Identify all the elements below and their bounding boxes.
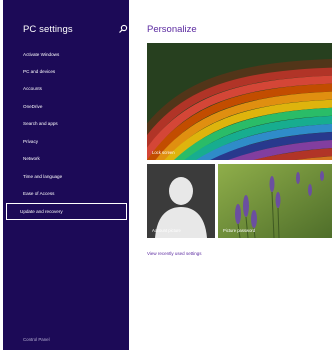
lock-screen-image [147, 43, 332, 160]
sidebar-item-pc-and-devices[interactable]: PC and devices [23, 69, 55, 74]
sidebar-item-search-and-apps[interactable]: Search and apps [23, 121, 58, 126]
recent-settings-link[interactable]: View recently used settings [147, 251, 201, 256]
sidebar-item-label: Update and recovery [20, 209, 63, 214]
sidebar-item-time-and-language[interactable]: Time and language [23, 174, 62, 179]
picture-password-tile[interactable]: Picture password [218, 164, 332, 238]
control-panel-link[interactable]: Control Panel [23, 337, 50, 342]
picture-password-image [218, 164, 332, 238]
picture-password-label: Picture password [223, 228, 256, 233]
settings-sidebar: PC settings Activate Windows PC and devi… [3, 0, 129, 350]
search-icon[interactable] [118, 24, 128, 34]
account-picture-icon [147, 164, 215, 238]
page-title: Personalize [147, 24, 197, 35]
lock-screen-label: Lock screen [152, 150, 175, 155]
sidebar-item-activate-windows[interactable]: Activate Windows [23, 52, 59, 57]
sidebar-item-ease-of-access[interactable]: Ease of Access [23, 191, 54, 196]
sidebar-item-privacy[interactable]: Privacy [23, 139, 38, 144]
sidebar-item-network[interactable]: Network [23, 156, 40, 161]
sidebar-title: PC settings [23, 24, 73, 35]
sidebar-item-onedrive[interactable]: OneDrive [23, 104, 42, 109]
sidebar-item-accounts[interactable]: Accounts [23, 86, 42, 91]
account-picture-label: Account picture [152, 228, 181, 233]
sidebar-item-update-and-recovery[interactable]: Update and recovery [6, 203, 127, 220]
lock-screen-tile[interactable]: Lock screen [147, 43, 332, 160]
account-picture-tile[interactable]: Account picture [147, 164, 215, 238]
